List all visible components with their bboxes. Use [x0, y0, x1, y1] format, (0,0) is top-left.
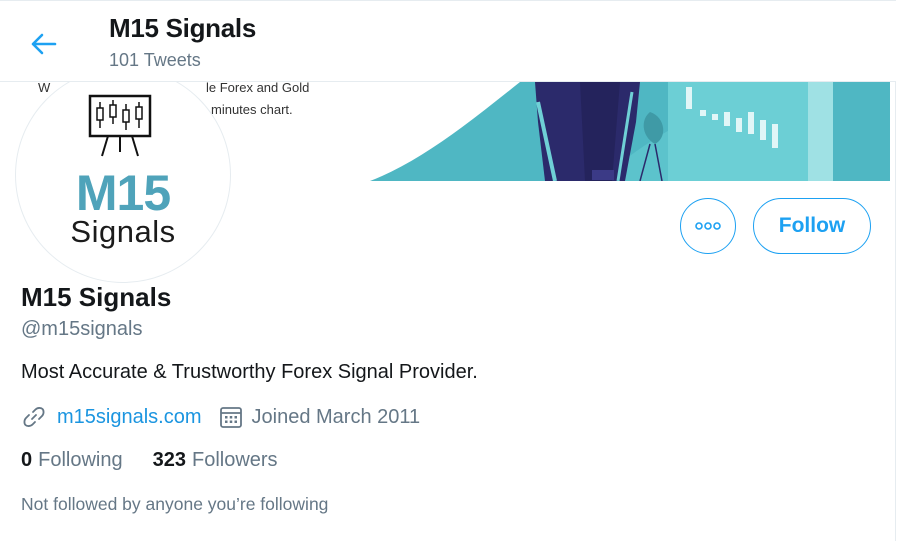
joined-date: Joined March 2011	[251, 405, 421, 428]
profile-avatar[interactable]: M15 Signals	[16, 68, 230, 282]
top-header: M15 Signals 101 Tweets	[0, 1, 896, 82]
profile-bio: Most Accurate & Trustworthy Forex Signal…	[21, 361, 478, 383]
more-options-button[interactable]	[680, 198, 736, 254]
header-title: M15 Signals	[109, 13, 256, 43]
following-label: Following	[38, 449, 123, 471]
profile-name: M15 Signals	[21, 282, 172, 312]
more-horizontal-icon	[695, 222, 721, 230]
not-followed-note: Not followed by anyone you’re following	[21, 494, 329, 514]
profile-handle: @m15signals	[21, 318, 143, 340]
avatar-logo-signals: Signals	[70, 214, 176, 249]
calendar-icon	[218, 404, 244, 430]
followers-label: Followers	[191, 449, 278, 471]
following-stat[interactable]: 0 Following	[21, 449, 123, 472]
followers-stat[interactable]: 323 Followers	[153, 449, 278, 472]
following-count: 0	[21, 449, 33, 471]
follow-counts: 0 Following 323 Followers	[21, 449, 278, 472]
follow-button[interactable]: Follow	[753, 198, 871, 254]
link-icon	[21, 404, 47, 430]
arrow-left-icon	[31, 33, 57, 55]
followers-count: 323	[152, 449, 186, 471]
profile-meta: m15signals.com Joined March 2011	[21, 404, 420, 430]
website-link[interactable]: m15signals.com	[57, 406, 202, 429]
back-button[interactable]	[25, 26, 61, 62]
tweet-count: 101 Tweets	[109, 50, 201, 70]
